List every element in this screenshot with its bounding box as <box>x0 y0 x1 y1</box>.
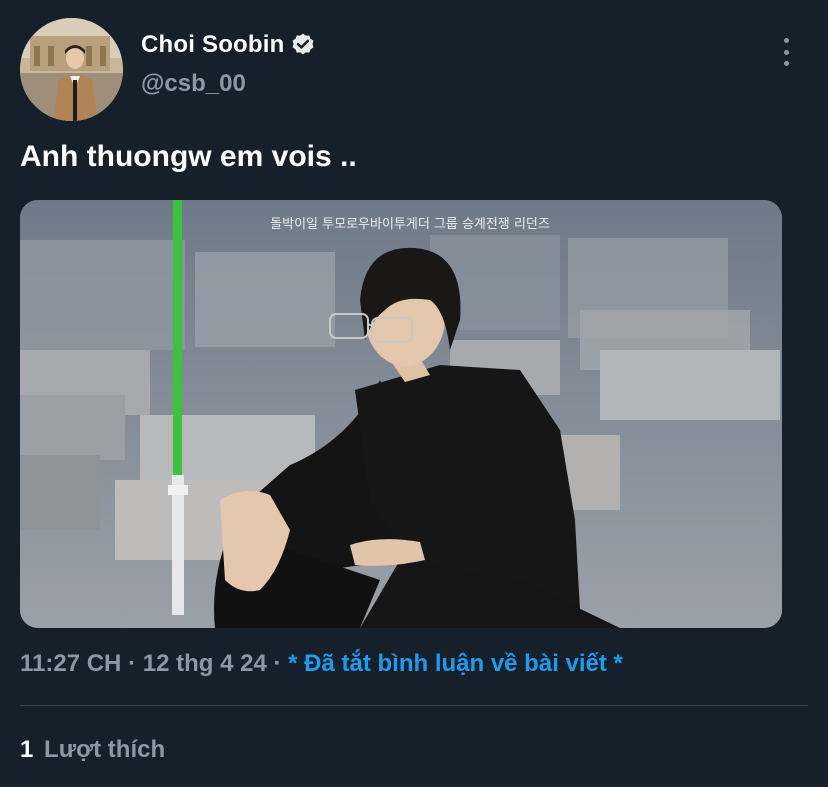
verified-badge-icon <box>292 33 313 55</box>
tweet-date[interactable]: 12 thg 4 24 <box>143 650 267 677</box>
author-handle[interactable]: @csb_00 <box>141 70 246 98</box>
meta-separator: · <box>128 650 137 677</box>
dot <box>783 61 789 66</box>
divider <box>20 705 808 706</box>
meta-separator: · <box>273 650 282 677</box>
likes-label: Lượt thích <box>44 736 166 763</box>
tweet-text: Anh thuongw em vois .. <box>20 140 357 173</box>
likes-count: 1 <box>20 736 34 763</box>
avatar-image <box>20 18 123 121</box>
media-image: 돌박이일 투모로우바이투게더 그룹 승계전쟁 리던즈 <box>20 200 782 628</box>
avatar[interactable] <box>20 18 123 121</box>
dot <box>783 49 789 55</box>
author-name-row[interactable]: Choi Soobin <box>141 30 316 60</box>
tweet-media-photo[interactable]: 돌박이일 투모로우바이투게더 그룹 승계전쟁 리던즈 <box>20 200 782 628</box>
likes-stat[interactable]: 1 Lượt thích <box>20 736 165 764</box>
tweet-time[interactable]: 11:27 CH <box>20 650 121 677</box>
tweet-meta: 11:27 CH · 12 thg 4 24 · * Đã tắt bình l… <box>20 650 623 678</box>
tweet-detail: Choi Soobin @csb_00 Anh thuongw em vois … <box>0 0 828 787</box>
replies-disabled-link[interactable]: * Đã tắt bình luận về bài viết * <box>288 650 623 677</box>
display-name[interactable]: Choi Soobin <box>141 31 285 59</box>
dot <box>783 38 789 43</box>
more-options-icon[interactable] <box>774 38 798 66</box>
media-watermark: 돌박이일 투모로우바이투게더 그룹 승계전쟁 리던즈 <box>270 217 550 232</box>
